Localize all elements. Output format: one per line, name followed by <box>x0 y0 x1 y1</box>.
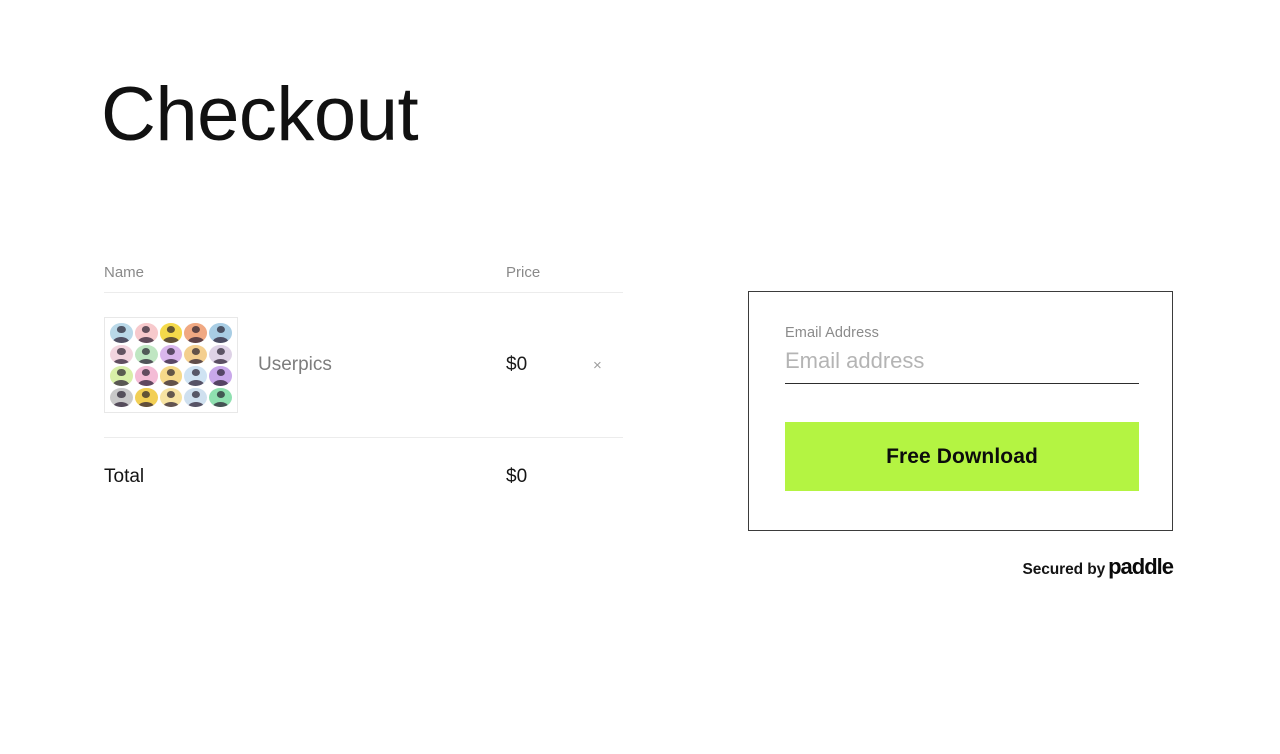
avatar <box>209 323 232 343</box>
cart-total-value: $0 <box>506 466 528 487</box>
avatar <box>110 387 133 407</box>
column-header-price: Price <box>506 263 541 281</box>
avatar <box>184 323 208 343</box>
avatar <box>134 387 158 407</box>
checkout-panel-body: Email Address Free Download <box>749 292 1172 491</box>
free-download-button[interactable]: Free Download <box>785 422 1139 491</box>
email-field-label: Email Address <box>785 325 879 341</box>
table-row: Userpics $0 × <box>104 293 623 437</box>
avatar <box>184 366 208 386</box>
avatar <box>209 366 232 386</box>
avatar <box>110 366 133 386</box>
cart-item-price: $0 <box>506 354 528 375</box>
cart-total-label: Total <box>104 466 145 487</box>
cart-table-header: Name Price <box>104 252 623 292</box>
product-thumbnail-userpics <box>104 317 238 413</box>
email-input[interactable] <box>785 348 1139 384</box>
secured-by-label: Secured by <box>1022 561 1106 578</box>
avatar <box>184 387 208 407</box>
page-title: Checkout <box>101 72 419 157</box>
remove-item-icon[interactable]: × <box>593 358 623 373</box>
avatar <box>184 344 208 364</box>
cart-item-main: Userpics <box>104 317 506 413</box>
avatar <box>110 323 133 343</box>
avatar <box>110 344 133 364</box>
avatar <box>134 366 158 386</box>
checkout-panel: Email Address Free Download <box>748 291 1173 531</box>
column-header-name: Name <box>104 263 145 281</box>
cart-total-row: Total $0 <box>104 438 623 516</box>
avatar <box>159 323 183 343</box>
avatar <box>209 344 232 364</box>
secured-by-paddle: Secured by paddle <box>748 554 1174 580</box>
avatar <box>159 344 183 364</box>
cart-table: Name Price Userpics $0 × Total $0 <box>104 252 623 516</box>
paddle-logo: paddle <box>1108 554 1174 579</box>
avatar <box>209 387 232 407</box>
avatar <box>159 387 183 407</box>
avatar <box>134 323 158 343</box>
avatar <box>134 344 158 364</box>
cart-item-name: Userpics <box>258 354 332 375</box>
avatar <box>159 366 183 386</box>
